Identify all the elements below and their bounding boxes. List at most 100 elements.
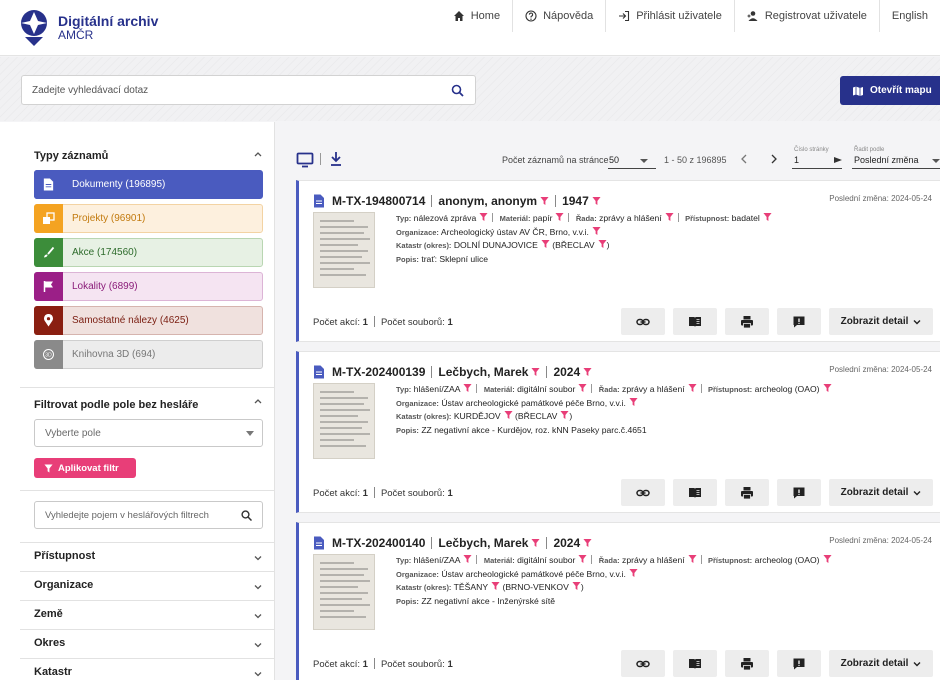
type-value[interactable]: nálezová zpráva [414, 213, 477, 223]
filter-icon[interactable] [822, 383, 832, 393]
filter-icon[interactable] [531, 367, 540, 377]
type-library-3d[interactable]: 3D Knihovna 3D (694) [34, 340, 263, 369]
search-input[interactable] [32, 76, 432, 104]
filter-icon[interactable] [560, 410, 569, 420]
type-value[interactable]: hlášení/ZAA [414, 384, 461, 394]
next-page-icon[interactable] [768, 152, 780, 166]
type-documents[interactable]: Dokumenty (196895) [34, 170, 263, 199]
series-value[interactable]: zprávy a hlášení [622, 555, 685, 565]
filter-icon[interactable] [540, 196, 549, 206]
filter-icon[interactable] [541, 239, 550, 249]
organization-value[interactable]: Archeologický ústav AV ČR, Brno, v.v.i. [441, 227, 589, 237]
record-author[interactable]: Lečbych, Marek [438, 536, 528, 550]
record-title[interactable]: M-TX-194800714 anonym, anonym 1947 [313, 194, 601, 208]
accordion-district[interactable]: Okres [20, 629, 275, 658]
organization-value[interactable]: Ústav archeologické památkové péče Brno,… [441, 569, 626, 579]
copy-link-button[interactable] [621, 650, 665, 677]
chevron-up-icon[interactable] [253, 149, 263, 159]
catalog-button[interactable] [673, 308, 717, 335]
filter-icon[interactable] [763, 212, 772, 222]
district-value[interactable]: BRNO-VENKOV [505, 582, 569, 592]
chevron-up-icon[interactable] [253, 396, 263, 406]
filter-icon[interactable] [463, 554, 473, 564]
filter-search-input[interactable] [45, 502, 235, 528]
nav-home[interactable]: Home [441, 0, 512, 32]
filter-icon[interactable] [592, 196, 601, 206]
amcr-logo-icon[interactable] [20, 9, 48, 47]
filter-icon[interactable] [555, 212, 565, 222]
accordion-organization[interactable]: Organizace [20, 571, 275, 600]
material-value[interactable]: digitální soubor [517, 384, 575, 394]
show-detail-button[interactable]: Zobrazit detail [829, 308, 933, 335]
go-to-page-icon[interactable] [833, 155, 843, 165]
filter-icon[interactable] [578, 383, 587, 393]
cadastre-value[interactable]: KURDĚJOV [454, 411, 501, 421]
type-localities[interactable]: Lokality (6899) [34, 272, 263, 301]
series-value[interactable]: zprávy a hlášení [622, 384, 685, 394]
record-title[interactable]: M-TX-202400140 Lečbych, Marek 2024 [313, 536, 592, 550]
filter-icon[interactable] [491, 581, 500, 591]
filter-icon[interactable] [688, 383, 697, 393]
organization-value[interactable]: Ústav archeologické památkové péče Brno,… [441, 398, 626, 408]
print-button[interactable] [725, 650, 769, 677]
record-year[interactable]: 1947 [562, 194, 589, 208]
open-map-button[interactable]: Otevřít mapu [840, 76, 940, 105]
material-value[interactable]: digitální soubor [517, 555, 575, 565]
prev-page-icon[interactable] [738, 152, 750, 166]
record-id[interactable]: M-TX-194800714 [332, 194, 425, 208]
feedback-button[interactable] [777, 308, 821, 335]
district-value[interactable]: BŘECLAV [555, 240, 594, 250]
catalog-button[interactable] [673, 479, 717, 506]
record-thumbnail[interactable] [313, 554, 375, 630]
record-id[interactable]: M-TX-202400140 [332, 536, 425, 550]
feedback-button[interactable] [777, 650, 821, 677]
filter-icon[interactable] [592, 226, 601, 236]
record-year[interactable]: 2024 [553, 365, 580, 379]
filter-icon[interactable] [665, 212, 674, 222]
nav-register[interactable]: Registrovat uživatele [733, 0, 879, 32]
filter-icon[interactable] [479, 212, 488, 222]
type-value[interactable]: hlášení/ZAA [414, 555, 461, 565]
filter-icon[interactable] [583, 367, 592, 377]
accordion-access[interactable]: Přístupnost [20, 542, 275, 571]
search-icon[interactable] [451, 84, 464, 97]
copy-link-button[interactable] [621, 479, 665, 506]
material-value[interactable]: papír [533, 213, 553, 223]
filter-icon[interactable] [688, 554, 697, 564]
copy-link-button[interactable] [621, 308, 665, 335]
access-value[interactable]: archeolog (OAO) [755, 555, 820, 565]
show-detail-button[interactable]: Zobrazit detail [829, 479, 933, 506]
access-value[interactable]: badatel [732, 213, 760, 223]
filter-icon[interactable] [504, 410, 513, 420]
print-button[interactable] [725, 308, 769, 335]
filter-icon[interactable] [629, 568, 638, 578]
type-finds[interactable]: Samostatné nálezy (4625) [34, 306, 263, 335]
type-actions[interactable]: Akce (174560) [34, 238, 263, 267]
type-projects[interactable]: Projekty (96901) [34, 204, 263, 233]
filter-icon[interactable] [463, 383, 473, 393]
record-author[interactable]: Lečbych, Marek [438, 365, 528, 379]
filter-icon[interactable] [598, 239, 607, 249]
cadastre-value[interactable]: TĚŠANY [454, 582, 488, 592]
record-year[interactable]: 2024 [553, 536, 580, 550]
series-value[interactable]: zprávy a hlášení [599, 213, 662, 223]
page-number-input[interactable]: 1 [794, 155, 799, 165]
filter-icon[interactable] [531, 538, 540, 548]
record-author[interactable]: anonym, anonym [438, 194, 537, 208]
show-detail-button[interactable]: Zobrazit detail [829, 650, 933, 677]
filter-icon[interactable] [583, 538, 592, 548]
filter-icon[interactable] [578, 554, 587, 564]
apply-filter-button[interactable]: Aplikovat filtr [34, 458, 136, 478]
display-icon[interactable] [296, 151, 314, 169]
accordion-country[interactable]: Země [20, 600, 275, 629]
district-value[interactable]: BŘECLAV [518, 411, 557, 421]
access-value[interactable]: archeolog (OAO) [755, 384, 820, 394]
brand[interactable]: Digitální archiv AMČR [58, 13, 158, 42]
cadastre-value[interactable]: DOLNÍ DUNAJOVICE [454, 240, 538, 250]
record-title[interactable]: M-TX-202400139 Lečbych, Marek 2024 [313, 365, 592, 379]
filter-icon[interactable] [572, 581, 581, 591]
download-icon[interactable] [327, 150, 345, 168]
catalog-button[interactable] [673, 650, 717, 677]
record-id[interactable]: M-TX-202400139 [332, 365, 425, 379]
filter-icon[interactable] [629, 397, 638, 407]
